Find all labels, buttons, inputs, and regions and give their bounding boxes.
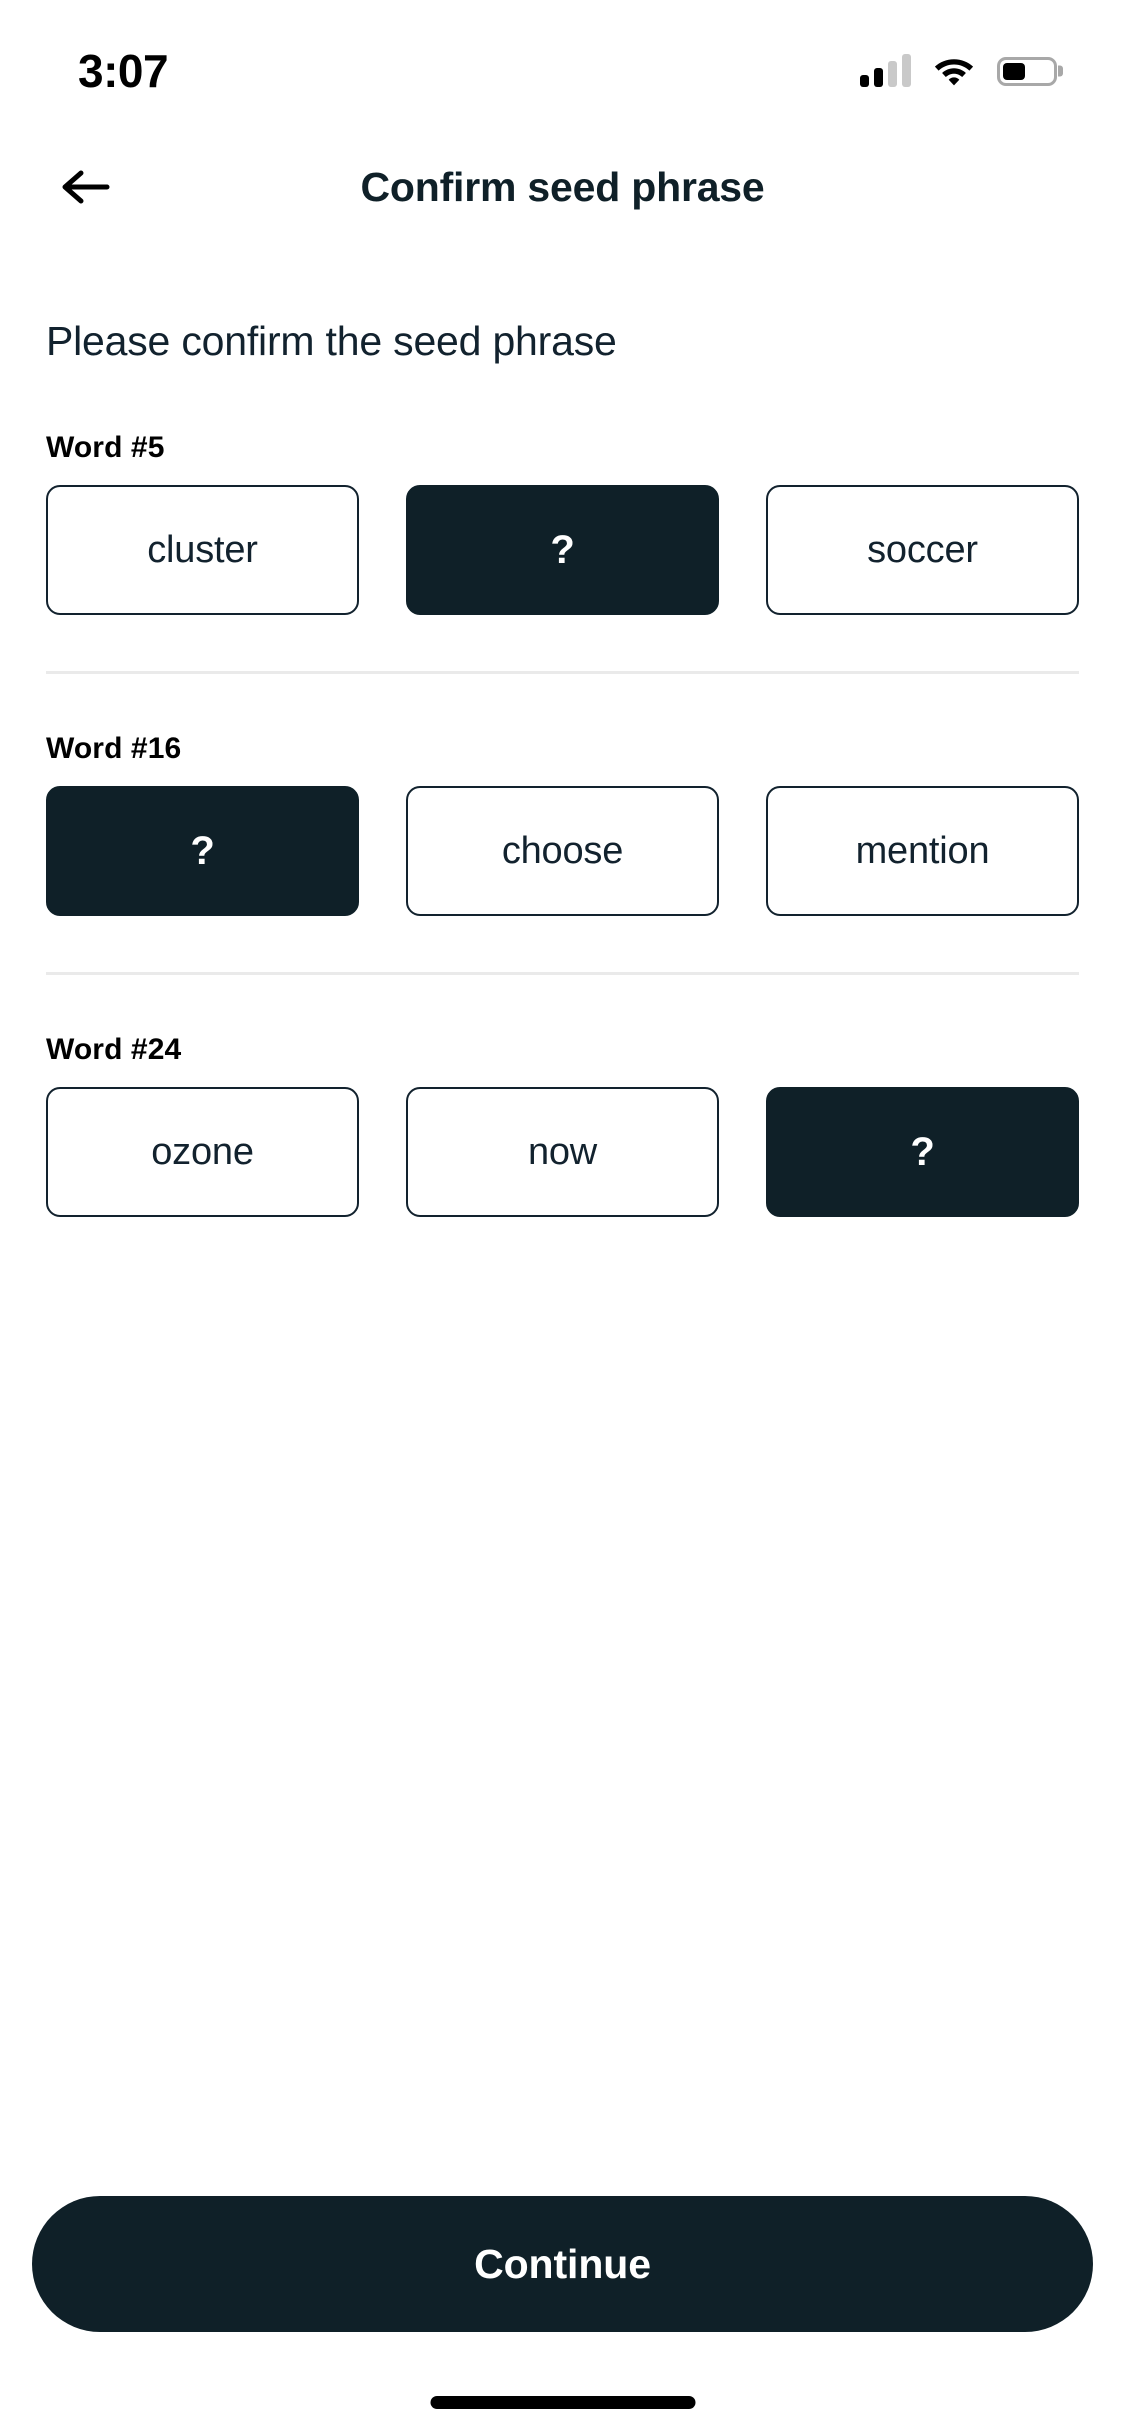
home-indicator [430,2396,695,2409]
word-option-button-selected[interactable]: ? [766,1087,1079,1217]
options-row: ? choose mention [46,786,1079,916]
options-row: cluster ? soccer [46,485,1079,615]
status-time: 3:07 [78,45,169,97]
cellular-signal-icon [860,54,911,87]
word-group-16: Word #16 ? choose mention [46,732,1079,916]
status-bar: 3:07 [0,0,1125,132]
back-button[interactable] [48,149,124,225]
word-group-5: Word #5 cluster ? soccer [46,431,1079,615]
word-option-button[interactable]: soccer [766,485,1079,615]
word-option-button[interactable]: now [406,1087,719,1217]
wifi-icon [933,55,975,87]
word-option-button[interactable]: mention [766,786,1079,916]
page-title: Confirm seed phrase [360,163,765,210]
battery-fill [1003,62,1025,80]
word-group-24: Word #24 ozone now ? [46,1033,1079,1217]
app-screen: 3:07 Confirm seed phrase Please confirm … [0,0,1125,2436]
word-option-button[interactable]: choose [406,786,719,916]
word-label: Word #24 [46,1033,182,1066]
battery-icon [997,56,1057,86]
word-option-button[interactable]: cluster [46,485,359,615]
main-content: Please confirm the seed phrase Word #5 c… [0,242,1125,2196]
instruction-text: Please confirm the seed phrase [46,318,617,364]
word-option-button-selected[interactable]: ? [406,485,719,615]
word-option-button[interactable]: ozone [46,1087,359,1217]
nav-header: Confirm seed phrase [0,132,1125,242]
options-row: ozone now ? [46,1087,1079,1217]
status-icons [860,54,1057,87]
flex-spacer [46,1217,1079,2196]
section-divider [46,671,1079,674]
word-label: Word #5 [46,431,165,464]
word-label: Word #16 [46,732,182,765]
section-divider [46,972,1079,975]
continue-button[interactable]: Continue [32,2196,1093,2332]
word-option-button-selected[interactable]: ? [46,786,359,916]
footer: Continue [0,2196,1125,2332]
arrow-left-icon [61,167,111,207]
